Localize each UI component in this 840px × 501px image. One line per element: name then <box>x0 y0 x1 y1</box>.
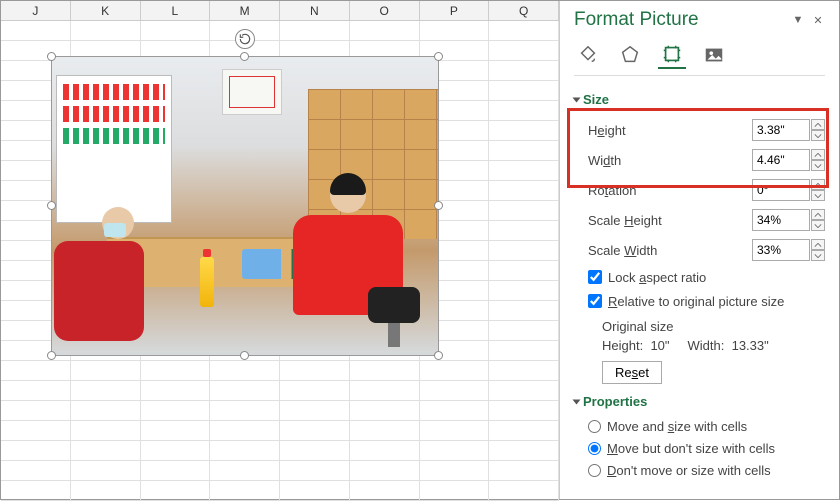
scale-width-input[interactable] <box>752 239 810 261</box>
rotation-label: Rotation <box>588 183 636 198</box>
panel-dropdown-icon[interactable]: ▼ <box>791 13 805 27</box>
original-size-values: Height: 10" Width: 13.33" <box>602 338 825 353</box>
col-header[interactable]: J <box>1 1 71 20</box>
size-section: Size Height Width Rotation <box>574 92 825 384</box>
collapse-icon <box>573 399 581 404</box>
move-size-radio[interactable] <box>588 420 601 433</box>
height-label: Height <box>588 123 626 138</box>
resize-handle-bl[interactable] <box>47 351 56 360</box>
scale-height-spinner[interactable] <box>752 209 825 231</box>
properties-title: Properties <box>583 394 647 409</box>
height-input[interactable] <box>752 119 810 141</box>
properties-section-header[interactable]: Properties <box>574 394 825 409</box>
resize-handle-br[interactable] <box>434 351 443 360</box>
spin-up-icon[interactable] <box>811 119 825 130</box>
panel-tabs <box>574 41 825 76</box>
selected-picture[interactable] <box>51 56 439 356</box>
scale-width-spinner[interactable] <box>752 239 825 261</box>
panel-title: Format Picture <box>574 9 699 31</box>
spin-down-icon[interactable] <box>811 160 825 171</box>
column-headers: J K L M N O P Q <box>1 1 559 21</box>
col-header[interactable]: K <box>71 1 141 20</box>
width-label: Width <box>588 153 621 168</box>
col-header[interactable]: Q <box>489 1 559 20</box>
col-header[interactable]: M <box>210 1 280 20</box>
resize-handle-tl[interactable] <box>47 52 56 61</box>
spin-up-icon[interactable] <box>811 239 825 250</box>
format-picture-panel: Format Picture ▼ ✕ Size Height <box>559 1 839 499</box>
spin-down-icon[interactable] <box>811 130 825 141</box>
move-only-label: Move but don't size with cells <box>607 441 775 456</box>
scale-height-label: Scale Height <box>588 213 662 228</box>
reset-button[interactable]: Reset <box>602 361 662 384</box>
tab-size-icon[interactable] <box>658 41 686 69</box>
col-header[interactable]: N <box>280 1 350 20</box>
spin-down-icon[interactable] <box>811 250 825 261</box>
size-title: Size <box>583 92 609 107</box>
scale-width-label: Scale Width <box>588 243 657 258</box>
tab-picture-icon[interactable] <box>700 41 728 69</box>
rotation-spinner[interactable] <box>752 179 825 201</box>
col-header[interactable]: P <box>420 1 490 20</box>
tab-fill-icon[interactable] <box>574 41 602 69</box>
resize-handle-r[interactable] <box>434 201 443 210</box>
picture-content <box>52 57 438 355</box>
col-header[interactable]: O <box>350 1 420 20</box>
properties-section: Properties Move and size with cells Move… <box>574 394 825 481</box>
lock-aspect-checkbox[interactable] <box>588 270 602 284</box>
resize-handle-tr[interactable] <box>434 52 443 61</box>
dont-move-label: Don't move or size with cells <box>607 463 771 478</box>
height-spinner[interactable] <box>752 119 825 141</box>
move-only-radio[interactable] <box>588 442 601 455</box>
collapse-icon <box>573 97 581 102</box>
spin-down-icon[interactable] <box>811 220 825 231</box>
lock-aspect-label: Lock aspect ratio <box>608 270 706 285</box>
original-size-label: Original size <box>602 319 825 334</box>
spin-down-icon[interactable] <box>811 190 825 201</box>
panel-close-icon[interactable]: ✕ <box>811 13 825 27</box>
width-input[interactable] <box>752 149 810 171</box>
relative-size-checkbox[interactable] <box>588 294 602 308</box>
col-header[interactable]: L <box>141 1 211 20</box>
resize-handle-b[interactable] <box>240 351 249 360</box>
spin-up-icon[interactable] <box>811 179 825 190</box>
tab-effects-icon[interactable] <box>616 41 644 69</box>
scale-height-input[interactable] <box>752 209 810 231</box>
relative-size-label: Relative to original picture size <box>608 294 784 309</box>
spreadsheet-area: J K L M N O P Q <box>1 1 559 499</box>
resize-handle-l[interactable] <box>47 201 56 210</box>
rotation-input[interactable] <box>752 179 810 201</box>
rotate-handle[interactable] <box>235 29 255 49</box>
width-spinner[interactable] <box>752 149 825 171</box>
move-size-label: Move and size with cells <box>607 419 747 434</box>
size-section-header[interactable]: Size <box>574 92 825 107</box>
spin-up-icon[interactable] <box>811 149 825 160</box>
spin-up-icon[interactable] <box>811 209 825 220</box>
resize-handle-t[interactable] <box>240 52 249 61</box>
dont-move-radio[interactable] <box>588 464 601 477</box>
